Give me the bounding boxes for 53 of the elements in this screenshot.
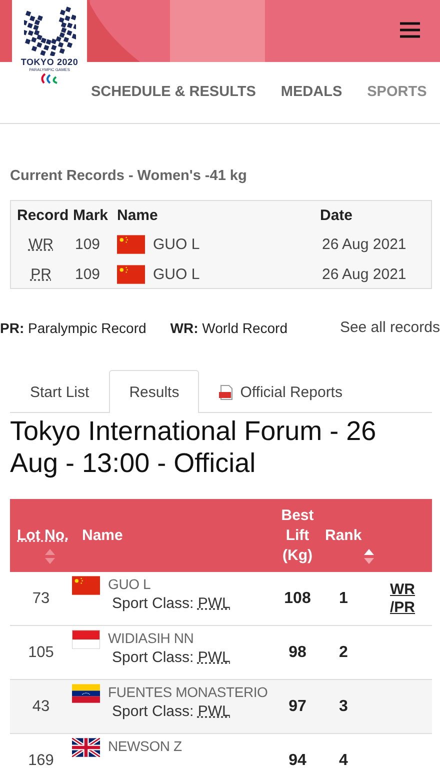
table-cell-text: 109 — [74, 266, 102, 283]
table-cell-text: 73 — [31, 588, 51, 608]
athlete-name: FUENTES MONASTERIO — [108, 684, 268, 700]
athlete-name: GUO L — [153, 266, 200, 283]
pdf-icon — [219, 385, 234, 400]
tab[interactable]: Results — [109, 370, 200, 413]
table-cell-text: 169 — [27, 750, 55, 770]
table-cell-text: 94 — [288, 750, 308, 770]
table-cell-text: 105 — [27, 642, 55, 662]
legend-text: WR: World Record — [170, 320, 288, 336]
sport-class: Sport Class: PWL — [111, 703, 232, 720]
column-header[interactable]: Name — [72, 499, 270, 572]
tab[interactable]: Official Reports — [199, 371, 362, 413]
column-header: Name — [116, 207, 159, 224]
logo-text: TOKYO 2020 — [20, 57, 78, 67]
athlete-name: GUO L — [153, 236, 200, 253]
sport-class: Sport Class: PWL — [111, 595, 230, 612]
column-header[interactable]: Lot No. — [10, 499, 72, 572]
record-abbr: PR — [30, 266, 52, 283]
session-heading: Tokyo International Forum - 26 Aug - 13:00 - Official — [10, 415, 378, 479]
nav-link[interactable]: MEDALS — [280, 84, 342, 100]
nav-link[interactable]: SPORTS — [367, 84, 427, 100]
menu-icon[interactable] — [400, 22, 420, 38]
table-cell-text: 2 — [338, 642, 349, 662]
table-cell-text: 109 — [74, 236, 102, 253]
emblem-icon — [24, 4, 76, 56]
records-title: Current Records - Women's -41 kg — [10, 168, 248, 184]
athlete-name: GUO L — [108, 576, 152, 592]
legend-text: PR: Paralympic Record — [0, 320, 146, 336]
table-cell-text: 4 — [338, 750, 349, 770]
nav-link[interactable]: SCHEDULE & RESULTS — [91, 84, 256, 100]
athlete-name: NEWSON Z — [108, 738, 182, 754]
column-header: Mark — [72, 207, 110, 224]
record-mark: /PR — [390, 599, 416, 616]
record-abbr: WR — [28, 236, 54, 253]
table-cell-text: 43 — [31, 696, 51, 716]
see-all-link[interactable]: See all records — [340, 319, 440, 336]
column-header[interactable]: Best Lift (Kg) — [270, 499, 325, 572]
table-cell-text: 3 — [338, 696, 349, 716]
table-cell-text: 26 Aug 2021 — [321, 236, 408, 253]
tab[interactable]: Start List — [10, 371, 110, 413]
table-cell-text: 108 — [283, 588, 312, 608]
sort-icon[interactable] — [363, 548, 375, 566]
table-cell-text: 97 — [288, 696, 308, 716]
table-cell-text: 1 — [338, 588, 349, 608]
table-cell-text: 98 — [288, 642, 308, 662]
column-header: Date — [319, 207, 354, 224]
table-cell-text: 26 Aug 2021 — [321, 266, 408, 283]
record-mark: WR — [390, 581, 416, 598]
sport-class: Sport Class: PWL — [111, 649, 230, 666]
column-header[interactable]: Rank — [325, 499, 390, 572]
column-header: Record — [16, 207, 67, 224]
athlete-name: WIDIASIH NN — [108, 630, 195, 646]
